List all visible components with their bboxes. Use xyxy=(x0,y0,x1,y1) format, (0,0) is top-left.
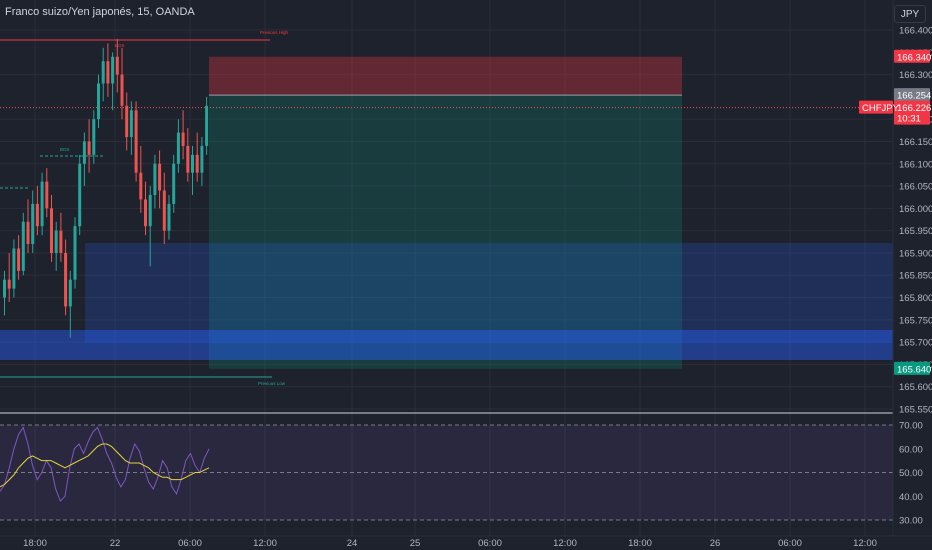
chart-title: Franco suizo/Yen japonés, 15, OANDA xyxy=(5,6,195,18)
price-tick-label: 165.850 xyxy=(899,271,932,282)
candle-body xyxy=(191,154,194,173)
rsi-tick-label: 40.00 xyxy=(899,492,923,503)
candle-body xyxy=(12,248,16,289)
time-tick-label: 12:00 xyxy=(553,538,577,549)
last-price-tag: 166.226 xyxy=(897,103,931,114)
price-tick-label: 165.900 xyxy=(899,248,932,259)
candle-body xyxy=(200,145,204,173)
price-tick-label: 166.400 xyxy=(899,26,932,37)
candle-body xyxy=(195,154,199,173)
candle-body xyxy=(101,61,105,84)
time-tick-label: 25 xyxy=(410,538,421,549)
time-tick-label: 06:00 xyxy=(778,538,802,549)
candle-body xyxy=(7,279,11,289)
price-tick-label: 166.000 xyxy=(899,204,932,215)
rsi-tick-label: 30.00 xyxy=(899,516,923,527)
candle-body xyxy=(125,105,129,138)
stop-level-tag: 166.340 xyxy=(897,52,931,63)
candle-body xyxy=(73,226,77,280)
candle-body xyxy=(92,119,96,155)
candle-body xyxy=(167,203,171,231)
mid-label: BOS xyxy=(60,147,70,152)
candle-body xyxy=(181,132,185,146)
candle-body xyxy=(153,163,157,195)
candle-body xyxy=(144,199,147,227)
candle-body xyxy=(82,141,86,164)
currency-button[interactable]: JPY xyxy=(894,5,926,23)
previous-low-label: Previous Low xyxy=(258,381,286,386)
candle-body xyxy=(40,181,44,227)
candle-body xyxy=(162,190,166,231)
time-tick-label: 24 xyxy=(347,538,358,549)
price-tick-label: 165.550 xyxy=(899,405,932,416)
countdown-tag: 10:31 xyxy=(897,114,921,125)
rsi-tick-label: 70.00 xyxy=(899,421,923,432)
time-tick-label: 18:00 xyxy=(23,538,47,549)
price-tick-label: 165.750 xyxy=(899,315,932,326)
candle-body xyxy=(97,83,100,120)
time-tick-label: 12:00 xyxy=(253,538,277,549)
symbol-tag: CHFJPY xyxy=(862,103,900,114)
time-tick-label: 12:00 xyxy=(853,538,877,549)
price-tick-label: 165.950 xyxy=(899,226,932,237)
price-tick-label: 165.700 xyxy=(899,338,932,349)
candle-body xyxy=(45,181,49,209)
candle-body xyxy=(26,221,30,245)
candle-body xyxy=(111,56,115,84)
time-tick-label: 18:00 xyxy=(628,538,652,549)
candle-body xyxy=(139,172,143,200)
candle-body xyxy=(35,203,39,227)
candle-body xyxy=(87,141,91,155)
candle-body xyxy=(21,221,25,271)
candle-body xyxy=(54,230,58,253)
demand-zone-strong xyxy=(0,330,893,360)
candle-body xyxy=(148,194,152,227)
candle-body xyxy=(186,145,190,173)
candle-body xyxy=(205,105,209,146)
stop-loss-zone xyxy=(209,56,682,96)
candle-body xyxy=(176,132,180,164)
candle-body xyxy=(3,279,6,298)
candle-body xyxy=(120,74,124,106)
candle-body xyxy=(129,110,133,138)
candle-body xyxy=(158,163,162,191)
time-tick-label: 06:00 xyxy=(178,538,202,549)
peak-label: BOS xyxy=(115,43,125,48)
candle-body xyxy=(31,203,35,245)
candle-body xyxy=(78,163,82,227)
candle-body xyxy=(134,110,138,173)
candle-body xyxy=(50,208,53,253)
target-level-tag: 165.640 xyxy=(897,364,931,375)
entry-level-tag: 166.254 xyxy=(897,91,931,102)
candle-body xyxy=(59,230,63,253)
demand-zone xyxy=(85,243,893,343)
chart-canvas[interactable]: Previous High BOS BOS Previous Low 166.400 1… xyxy=(0,0,932,550)
rsi-tick-label: 50.00 xyxy=(899,468,923,479)
price-tick-label: 165.600 xyxy=(899,382,932,393)
candle-body xyxy=(115,56,119,75)
candle-body xyxy=(68,279,72,307)
candle-body xyxy=(172,163,176,204)
previous-high-label: Previous High xyxy=(260,30,289,35)
time-tick-label: 22 xyxy=(110,538,121,549)
price-tick-label: 165.800 xyxy=(899,293,932,304)
time-tick-label: 06:00 xyxy=(478,538,502,549)
rsi-tick-label: 60.00 xyxy=(899,444,923,455)
candle-body xyxy=(17,248,21,271)
time-tick-label: 26 xyxy=(710,538,721,549)
rsi-pane xyxy=(0,424,893,521)
price-tick-label: 166.300 xyxy=(899,70,932,81)
price-tick-label: 166.100 xyxy=(899,159,932,170)
price-tick-label: 166.150 xyxy=(899,137,932,148)
candle-body xyxy=(64,252,68,307)
candle-body xyxy=(106,61,110,84)
price-tick-label: 166.050 xyxy=(899,182,932,193)
